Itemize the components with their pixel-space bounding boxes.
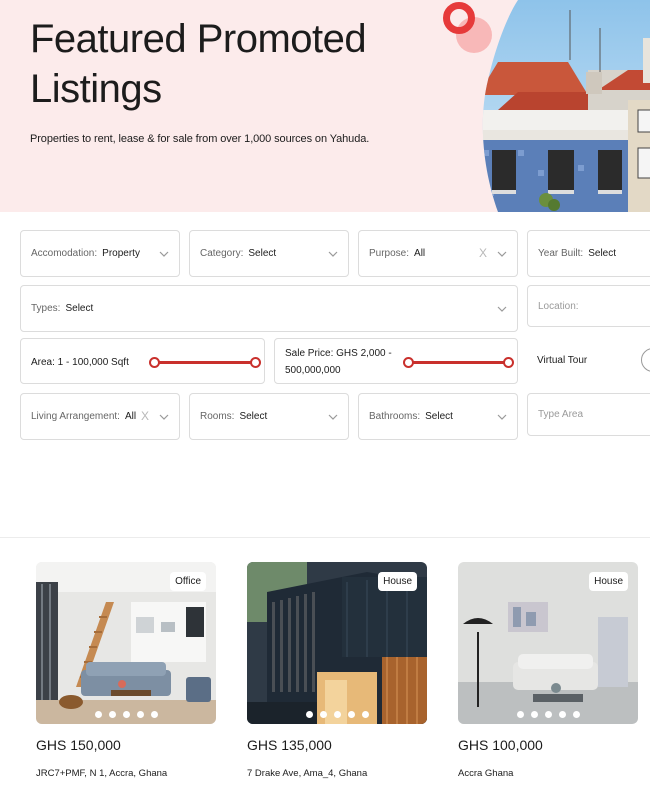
listing-price: GHS 150,000 bbox=[36, 737, 121, 753]
chevron-down-icon bbox=[328, 251, 338, 257]
listing-card[interactable]: House GHS 135,000 7 Drake Ave, Ama_4, Gh… bbox=[247, 562, 427, 779]
property-type-badge: House bbox=[589, 572, 628, 591]
area-min-handle[interactable] bbox=[149, 357, 160, 368]
property-type-badge: House bbox=[378, 572, 417, 591]
listing-image[interactable]: Office bbox=[36, 562, 216, 724]
carousel-dot[interactable] bbox=[108, 711, 116, 718]
carousel-dot[interactable] bbox=[516, 711, 524, 718]
carousel-dot[interactable] bbox=[558, 711, 566, 718]
category-label: Category: bbox=[200, 248, 244, 259]
virtual-tour-toggle[interactable] bbox=[641, 348, 650, 372]
sale-price-min-handle[interactable] bbox=[403, 357, 414, 368]
bathrooms-select[interactable]: Bathrooms: Select bbox=[358, 393, 518, 440]
clear-icon[interactable]: X bbox=[141, 409, 149, 423]
listing-address: 7 Drake Ave, Ama_4, Ghana bbox=[247, 768, 368, 779]
page: Featured Promoted Listings Properties to… bbox=[0, 0, 650, 800]
hero-subtitle: Properties to rent, lease & for sale fro… bbox=[30, 133, 370, 145]
sale-price-label: Sale Price: GHS 2,000 - 500,000,000 bbox=[285, 345, 392, 379]
types-label: Types: bbox=[31, 303, 61, 314]
year-built-label: Year Built: bbox=[538, 248, 584, 259]
living-arrangement-label: Living Arrangement: bbox=[31, 411, 120, 422]
area-range-track[interactable] bbox=[156, 361, 256, 364]
carousel-dot[interactable] bbox=[122, 711, 130, 718]
carousel-dot[interactable] bbox=[333, 711, 341, 718]
property-type-badge: Office bbox=[170, 572, 206, 591]
types-select[interactable]: Types: Select bbox=[20, 285, 518, 332]
accomodation-value: Property bbox=[102, 248, 140, 259]
carousel-dot[interactable] bbox=[305, 711, 313, 718]
type-area-placeholder: Type Area bbox=[538, 409, 584, 420]
listing-image[interactable]: House bbox=[458, 562, 638, 724]
carousel-dots bbox=[36, 711, 216, 718]
hero-banner: Featured Promoted Listings Properties to… bbox=[0, 0, 650, 212]
chevron-down-icon bbox=[328, 414, 338, 420]
decorative-ring bbox=[443, 2, 475, 34]
carousel-dot[interactable] bbox=[94, 711, 102, 718]
listing-image[interactable]: House bbox=[247, 562, 427, 724]
carousel-dots bbox=[458, 711, 638, 718]
carousel-dot[interactable] bbox=[530, 711, 538, 718]
area-max-handle[interactable] bbox=[250, 357, 261, 368]
sale-price-range-track[interactable] bbox=[410, 361, 510, 364]
category-value: Select bbox=[248, 248, 277, 259]
area-range-slider[interactable]: Area: 1 - 100,000 Sqft bbox=[20, 338, 265, 384]
sale-price-range-slider[interactable]: Sale Price: GHS 2,000 - 500,000,000 bbox=[274, 338, 518, 384]
listing-price: GHS 100,000 bbox=[458, 737, 543, 753]
year-built-select[interactable]: Year Built: Select bbox=[527, 230, 650, 277]
rooms-select[interactable]: Rooms: Select bbox=[189, 393, 349, 440]
accomodation-label: Accomodation: bbox=[31, 248, 98, 259]
bathrooms-value: Select bbox=[425, 411, 453, 422]
page-title: Featured Promoted Listings bbox=[30, 14, 367, 114]
bathrooms-label: Bathrooms: bbox=[369, 411, 421, 422]
location-placeholder: Location: bbox=[538, 300, 579, 312]
rooms-value: Select bbox=[239, 411, 268, 422]
page-title-line-2: Listings bbox=[30, 67, 162, 111]
carousel-dot[interactable] bbox=[347, 711, 355, 718]
location-input[interactable]: Location: bbox=[527, 285, 650, 327]
accomodation-select[interactable]: Accomodation: Property bbox=[20, 230, 180, 277]
category-select[interactable]: Category: Select bbox=[189, 230, 349, 277]
chevron-down-icon bbox=[497, 306, 507, 312]
carousel-dot[interactable] bbox=[572, 711, 580, 718]
listing-address: JRC7+PMF, N 1, Accra, Ghana bbox=[36, 768, 168, 779]
page-title-line-1: Featured Promoted bbox=[30, 17, 367, 61]
listing-address: Accra Ghana bbox=[458, 768, 514, 779]
carousel-dot[interactable] bbox=[319, 711, 327, 718]
rooms-label: Rooms: bbox=[200, 411, 235, 422]
listing-card[interactable]: House GHS 100,000 Accra Ghana bbox=[458, 562, 638, 779]
carousel-dot[interactable] bbox=[150, 711, 158, 718]
purpose-label: Purpose: bbox=[369, 248, 410, 259]
chevron-down-icon bbox=[497, 414, 507, 420]
carousel-dot[interactable] bbox=[136, 711, 144, 718]
chevron-down-icon bbox=[159, 414, 169, 420]
sale-price-label-line-1: Sale Price: GHS 2,000 - bbox=[285, 348, 392, 359]
type-area-input[interactable]: Type Area bbox=[527, 393, 650, 436]
sale-price-max-handle[interactable] bbox=[503, 357, 514, 368]
purpose-select[interactable]: Purpose: All X bbox=[358, 230, 518, 277]
carousel-dot[interactable] bbox=[361, 711, 369, 718]
chevron-down-icon bbox=[159, 251, 169, 257]
living-arrangement-value: All bbox=[124, 411, 137, 422]
virtual-tour-label: Virtual Tour bbox=[537, 355, 588, 366]
clear-icon[interactable]: X bbox=[479, 246, 487, 260]
types-value: Select bbox=[65, 303, 94, 314]
purpose-value: All bbox=[414, 248, 426, 259]
hero-house-image bbox=[482, 0, 650, 212]
year-built-value: Select bbox=[588, 248, 617, 259]
section-divider bbox=[0, 537, 650, 538]
sale-price-label-line-2: 500,000,000 bbox=[285, 365, 341, 376]
carousel-dots bbox=[247, 711, 427, 718]
area-range-label: Area: 1 - 100,000 Sqft bbox=[31, 357, 129, 368]
living-arrangement-select[interactable]: Living Arrangement: All X bbox=[20, 393, 180, 440]
listing-price: GHS 135,000 bbox=[247, 737, 332, 753]
chevron-down-icon bbox=[497, 251, 507, 257]
carousel-dot[interactable] bbox=[544, 711, 552, 718]
listing-card[interactable]: Office GHS 150,000 JRC7+PMF, N 1, Accra,… bbox=[36, 562, 216, 779]
